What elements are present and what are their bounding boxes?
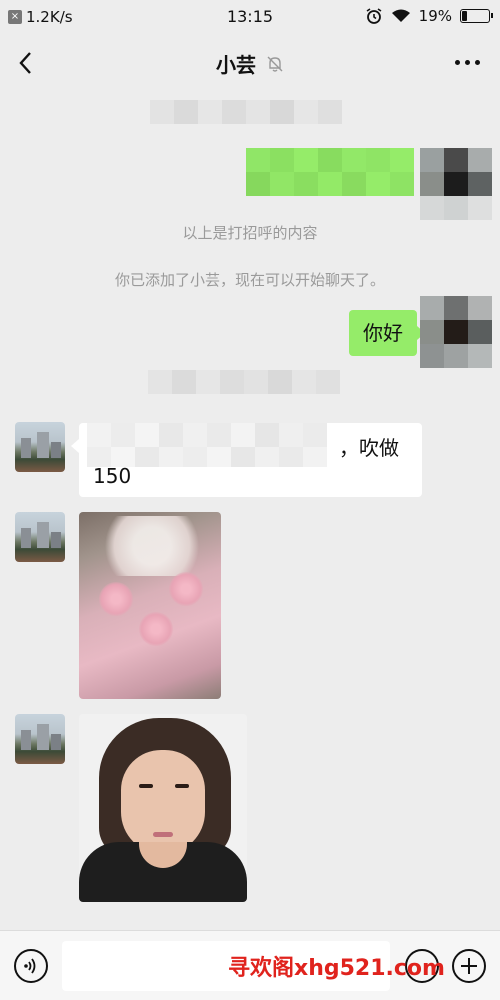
- contact-portrait-photo[interactable]: [79, 714, 247, 902]
- my-message-bubble[interactable]: 你好: [349, 310, 425, 356]
- chat-title: 小芸: [216, 53, 256, 77]
- watermark-text: 寻欢阁xhg521.com: [228, 956, 445, 981]
- alarm-icon: [366, 8, 382, 24]
- voice-icon[interactable]: [14, 949, 48, 983]
- photo-detail: [139, 612, 173, 646]
- battery-percent: 19%: [418, 7, 452, 25]
- photo-detail: [175, 784, 189, 788]
- photo-detail: [97, 516, 207, 576]
- contact-avatar[interactable]: [15, 714, 65, 764]
- contact-avatar[interactable]: [15, 512, 65, 562]
- system-added-note: 你已添加了小芸，现在可以开始聊天了。: [114, 271, 385, 289]
- wifi-icon: [391, 9, 410, 22]
- battery-icon: [460, 9, 493, 23]
- pixelated-message: [150, 100, 346, 128]
- status-bar: × 1.2K/s 13:15 19%: [0, 0, 500, 34]
- contact-photo-message[interactable]: [79, 512, 221, 699]
- system-greeting-note: 以上是打招呼的内容: [182, 224, 318, 242]
- pixelated-timestamp: [148, 370, 344, 398]
- my-avatar-pixelated: [420, 148, 492, 220]
- more-dots-icon[interactable]: [455, 60, 480, 65]
- contact-message-bubble[interactable]: ，吹做 150: [71, 423, 422, 497]
- plus-icon[interactable]: [452, 949, 486, 983]
- voice-waves: [24, 958, 36, 974]
- pixelated-my-message: [246, 148, 420, 196]
- battery-fill: [462, 11, 468, 21]
- photo-detail: [121, 750, 205, 854]
- my-avatar-pixelated: [420, 296, 492, 368]
- chat-title-group: 小芸: [0, 49, 500, 78]
- bell-off-icon: [267, 56, 283, 72]
- status-right: 19%: [365, 7, 493, 25]
- chat-header: 小芸: [0, 34, 500, 94]
- contact-message-text-line2: 150: [93, 464, 132, 488]
- photo-detail: [169, 572, 203, 606]
- photo-detail: [153, 832, 173, 837]
- photo-detail: [99, 582, 133, 616]
- contact-avatar[interactable]: [15, 422, 65, 472]
- contact-message-text: ，吹做: [339, 436, 399, 460]
- photo-detail: [139, 784, 153, 788]
